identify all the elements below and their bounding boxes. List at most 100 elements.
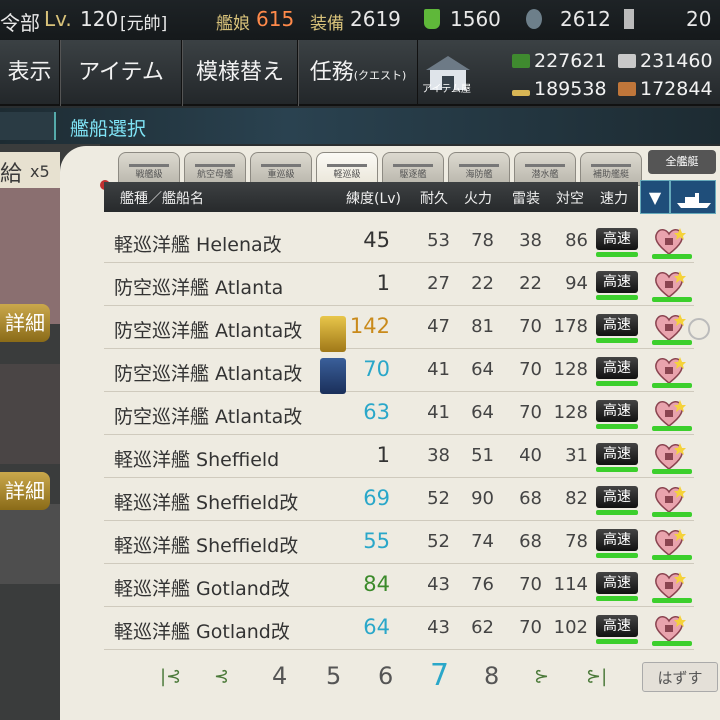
heart-lock-icon[interactable] xyxy=(652,527,686,557)
heart-lock-icon[interactable] xyxy=(652,269,686,299)
page-8[interactable]: 8 xyxy=(484,662,499,690)
back-button[interactable] xyxy=(0,112,56,140)
header-lv[interactable]: 練度(Lv) xyxy=(346,188,401,208)
tab-destroyer[interactable]: 駆逐艦 xyxy=(382,152,444,186)
table-row[interactable]: 軽巡洋艦 Helena改 45 53 78 38 86 高速 xyxy=(104,220,694,263)
table-row[interactable]: 防空巡洋艦 Atlanta 1 27 22 22 94 高速 xyxy=(104,263,694,306)
speed-bar xyxy=(596,381,638,386)
ship-level: 84 xyxy=(363,572,390,596)
stat-fp: 74 xyxy=(471,531,494,552)
bauxite-value: 172844 xyxy=(640,78,713,100)
stat-aa: 128 xyxy=(553,402,588,423)
ships-label: 艦娘 xyxy=(216,14,250,34)
ship-level: 1 xyxy=(376,443,390,467)
page-5[interactable]: 5 xyxy=(326,662,341,690)
table-row[interactable]: 防空巡洋艦 Atlanta改 142 47 81 70 178 高速 xyxy=(104,306,694,349)
menu-items[interactable]: アイテム xyxy=(60,40,182,106)
speed-bar xyxy=(596,639,638,644)
heart-lock-icon[interactable] xyxy=(652,226,686,256)
tab-battleship[interactable]: 戦艦級 xyxy=(118,152,180,186)
ammo-resource: 231460 xyxy=(618,50,713,72)
ship-name: 軽巡洋艦 Sheffield xyxy=(114,449,280,471)
stat-hp: 53 xyxy=(427,230,450,251)
speed-bar xyxy=(596,553,638,558)
prev-page-button[interactable]: ⊰ xyxy=(214,666,229,687)
menu-remodel-label: 模様替え xyxy=(195,60,284,85)
stat-fp: 76 xyxy=(471,574,494,595)
table-row[interactable]: 軽巡洋艦 Gotland改 64 43 62 70 102 高速 xyxy=(104,607,694,650)
all-ships-button[interactable]: 全艦艇 xyxy=(648,150,716,174)
speed-badge: 高速 xyxy=(596,314,638,336)
tab-escort[interactable]: 海防艦 xyxy=(448,152,510,186)
table-row[interactable]: 軽巡洋艦 Gotland改 84 43 76 70 114 高速 xyxy=(104,564,694,607)
menu-display-label: 表示 xyxy=(7,60,52,85)
stat-torp: 70 xyxy=(519,617,542,638)
sort-dropdown-button[interactable]: ▼ xyxy=(640,180,670,214)
ship-card-3 xyxy=(0,504,60,584)
stat-fp: 64 xyxy=(471,359,494,380)
stat-fp: 51 xyxy=(471,445,494,466)
bucket-count: 1560 xyxy=(450,7,501,31)
next-page-button[interactable]: ⊱ xyxy=(534,666,549,687)
ship-level: 64 xyxy=(363,615,390,639)
page-6[interactable]: 6 xyxy=(378,662,393,690)
supply-count: x5 xyxy=(30,162,50,181)
stat-torp: 70 xyxy=(519,574,542,595)
heart-lock-icon[interactable] xyxy=(652,312,686,342)
speed-bar xyxy=(596,295,638,300)
tab-carrier[interactable]: 航空母艦 xyxy=(184,152,246,186)
heart-lock-icon[interactable] xyxy=(652,355,686,385)
table-row[interactable]: 防空巡洋艦 Atlanta改 70 41 64 70 128 高速 xyxy=(104,349,694,392)
detail-button-2[interactable]: 詳細 xyxy=(0,472,50,510)
speed-bar xyxy=(596,510,638,515)
stat-torp: 70 xyxy=(519,359,542,380)
tab-light-cruiser[interactable]: 軽巡級 xyxy=(316,152,378,186)
menu-remodel[interactable]: 模様替え xyxy=(182,40,298,106)
table-row[interactable]: 軽巡洋艦 Sheffield 1 38 51 40 31 高速 xyxy=(104,435,694,478)
heart-lock-icon[interactable] xyxy=(652,484,686,514)
tab-label: 重巡級 xyxy=(267,170,295,180)
heart-bar xyxy=(652,598,692,603)
heart-lock-icon[interactable] xyxy=(652,570,686,600)
badge-icon xyxy=(320,316,346,352)
ship-name: 軽巡洋艦 Sheffield改 xyxy=(114,492,299,514)
ship-name: 軽巡洋艦 Helena改 xyxy=(114,234,282,256)
remove-button[interactable]: はずす xyxy=(642,662,718,692)
tab-submarine[interactable]: 潜水艦 xyxy=(514,152,576,186)
menu-items-label: アイテム xyxy=(78,60,164,85)
menu-display[interactable]: 表示 xyxy=(0,40,60,106)
heart-bar xyxy=(652,383,692,388)
sort-ship-icon[interactable] xyxy=(670,180,716,214)
header-speed: 速力 xyxy=(600,191,628,207)
badge-icon xyxy=(320,358,346,394)
menu-quest[interactable]: 任務(クエスト) xyxy=(298,40,418,106)
commander-rank: [元帥] xyxy=(120,14,168,34)
stat-aa: 86 xyxy=(565,230,588,251)
stat-hp: 43 xyxy=(427,617,450,638)
heart-lock-icon[interactable] xyxy=(652,398,686,428)
stat-torp: 38 xyxy=(519,230,542,251)
steel-resource: 189538 xyxy=(512,78,607,100)
ship-name: 防空巡洋艦 Atlanta改 xyxy=(114,363,303,385)
table-row[interactable]: 防空巡洋艦 Atlanta改 63 41 64 70 128 高速 xyxy=(104,392,694,435)
tab-auxiliary[interactable]: 補助艦艇 xyxy=(580,152,642,186)
commander-label: 令部 xyxy=(0,11,40,35)
detail-button-1[interactable]: 詳細 xyxy=(0,304,50,342)
stat-hp: 43 xyxy=(427,574,450,595)
first-page-button[interactable]: |⊰ xyxy=(160,666,181,687)
remove-label: はずす xyxy=(657,669,703,687)
stat-torp: 68 xyxy=(519,531,542,552)
page-4[interactable]: 4 xyxy=(272,662,287,690)
ship-level: 69 xyxy=(363,486,390,510)
stat-hp: 52 xyxy=(427,488,450,509)
heart-lock-icon[interactable] xyxy=(652,441,686,471)
heart-lock-icon[interactable] xyxy=(652,613,686,643)
page-7-current[interactable]: 7 xyxy=(430,658,449,693)
last-page-button[interactable]: ⊱| xyxy=(586,666,607,687)
table-row[interactable]: 軽巡洋艦 Sheffield改 69 52 90 68 82 高速 xyxy=(104,478,694,521)
table-row[interactable]: 軽巡洋艦 Sheffield改 55 52 74 68 78 高速 xyxy=(104,521,694,564)
stat-aa: 82 xyxy=(565,488,588,509)
heart-bar xyxy=(652,254,692,259)
all-ships-label: 全艦艇 xyxy=(665,155,699,168)
tab-heavy-cruiser[interactable]: 重巡級 xyxy=(250,152,312,186)
